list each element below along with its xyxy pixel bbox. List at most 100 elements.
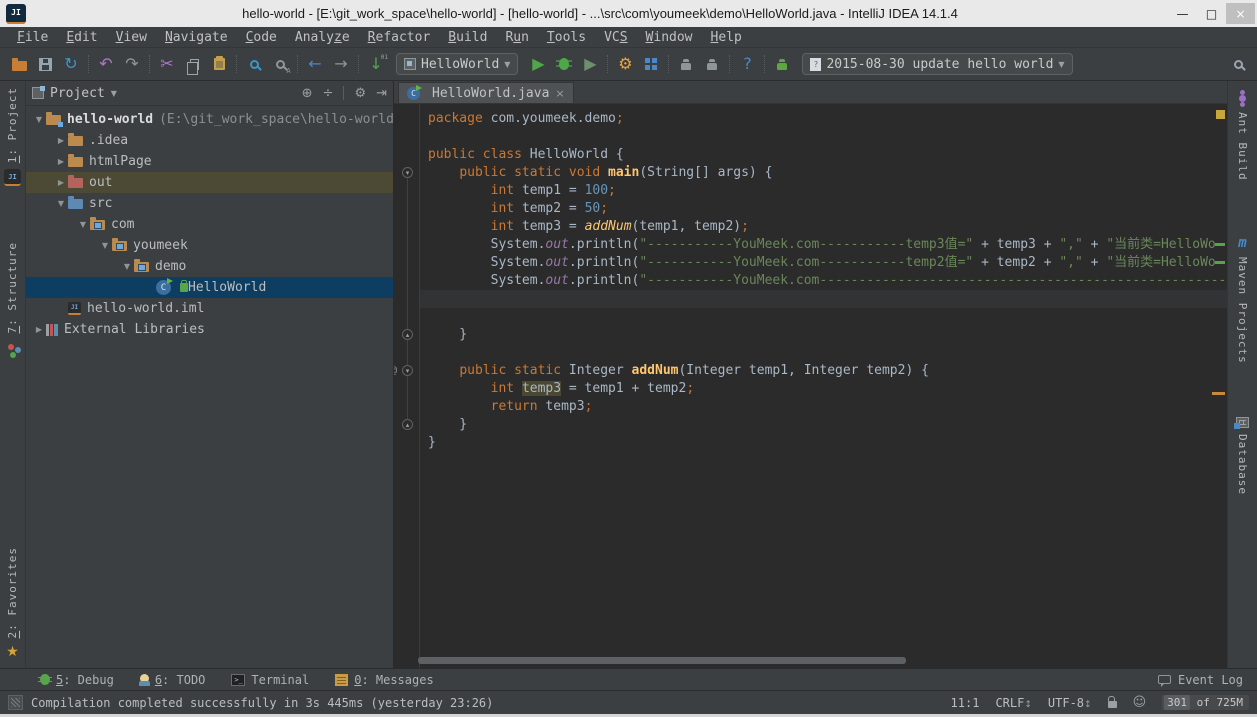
hide-panel-icon[interactable]: ⇥ — [376, 86, 387, 101]
close-tab-icon[interactable]: × — [555, 87, 564, 100]
back-icon[interactable]: ← — [302, 52, 328, 76]
memory-indicator[interactable]: 301 of 725M — [1162, 695, 1249, 710]
menu-window[interactable]: Window — [637, 29, 702, 46]
error-stripe[interactable] — [1213, 104, 1227, 668]
line-separator-widget[interactable]: CRLF↕ — [995, 696, 1031, 710]
chevron-expanded-icon[interactable]: ▼ — [120, 262, 134, 271]
settings-icon[interactable]: ⚙ — [612, 52, 638, 76]
code-area[interactable]: package com.youmeek.demo; public class H… — [420, 104, 1227, 668]
chevron-collapsed-icon[interactable]: ▶ — [54, 136, 68, 145]
menu-tools[interactable]: Tools — [538, 29, 595, 46]
chevron-collapsed-icon[interactable]: ▶ — [32, 325, 46, 334]
menu-vcs[interactable]: VCS — [595, 29, 636, 46]
menu-file[interactable]: File — [8, 29, 57, 46]
synchronize-icon[interactable]: ↻ — [58, 52, 84, 76]
avd-manager-icon[interactable] — [699, 52, 725, 76]
chevron-expanded-icon[interactable]: ▼ — [54, 199, 68, 208]
menu-code[interactable]: Code — [237, 29, 286, 46]
unlock-icon[interactable] — [1108, 701, 1117, 708]
tree-row-youmeek[interactable]: ▼youmeek — [26, 235, 393, 256]
minimize-button[interactable]: — — [1168, 3, 1197, 24]
fold-collapsed-icon[interactable]: ▴ — [402, 329, 413, 340]
debug-icon[interactable] — [551, 52, 577, 76]
run-configuration-combo[interactable]: HelloWorld▼ — [396, 53, 518, 75]
tool-window-button-6-todo[interactable]: 6: TODO — [140, 673, 206, 687]
hector-inspector-icon[interactable]: ☺ — [1133, 695, 1147, 710]
menu-edit[interactable]: Edit — [57, 29, 106, 46]
tree-row--idea[interactable]: ▶.idea — [26, 130, 393, 151]
menu-refactor[interactable]: Refactor — [359, 29, 440, 46]
replace-icon[interactable]: A — [267, 52, 293, 76]
menu-navigate[interactable]: Navigate — [156, 29, 237, 46]
android-sdk-icon[interactable] — [673, 52, 699, 76]
copy-icon[interactable] — [180, 52, 206, 76]
tree-row-demo[interactable]: ▼demo — [26, 256, 393, 277]
chevron-expanded-icon[interactable]: ▼ — [32, 115, 46, 124]
tree-item-label: src — [89, 196, 112, 211]
tool-window-button-2-favorites[interactable]: 2: Favorites★ — [6, 547, 19, 660]
chevron-expanded-icon[interactable]: ▼ — [76, 220, 90, 229]
fold-expanded-icon[interactable]: ▾ — [402, 365, 413, 376]
run-coverage-icon[interactable]: ▶ — [577, 52, 603, 76]
identifier-mark-stripe-mark[interactable] — [1212, 392, 1225, 395]
tool-window-button-terminal[interactable]: >_Terminal — [231, 673, 309, 687]
project-structure-icon[interactable] — [638, 52, 664, 76]
chevron-down-icon[interactable]: ▼ — [111, 89, 117, 98]
fold-collapsed-icon[interactable]: ▴ — [402, 419, 413, 430]
forward-icon[interactable]: → — [328, 52, 354, 76]
tree-row-out[interactable]: ▶out — [26, 172, 393, 193]
horizontal-scrollbar[interactable] — [418, 657, 906, 664]
editor-tab-helloworld[interactable]: C HelloWorld.java × — [398, 82, 574, 103]
cut-icon[interactable]: ✂ — [154, 52, 180, 76]
encoding-widget[interactable]: UTF-8↕ — [1048, 696, 1092, 710]
tool-window-button-database[interactable]: Database — [1236, 417, 1249, 495]
tool-window-button-maven-projects[interactable]: mMaven Projects — [1236, 235, 1249, 364]
help-icon[interactable]: ? — [734, 52, 760, 76]
project-panel-title[interactable]: Project — [50, 86, 105, 101]
android-run-icon[interactable] — [769, 52, 795, 76]
tree-row-com[interactable]: ▼com — [26, 214, 393, 235]
tool-window-button-0-messages[interactable]: 0: Messages — [335, 673, 433, 687]
paste-icon[interactable] — [206, 52, 232, 76]
warning-stripe-mark[interactable] — [1216, 110, 1225, 119]
event-log-button[interactable]: Event Log — [1158, 673, 1243, 687]
vcs-change-stripe-mark[interactable] — [1215, 243, 1225, 246]
tree-row-hello-world-iml[interactable]: JIhello-world.iml — [26, 298, 393, 319]
hide-line-numbers-icon[interactable]: ↓01 — [363, 52, 389, 76]
maximize-button[interactable]: □ — [1197, 3, 1226, 24]
menu-run[interactable]: Run — [496, 29, 537, 46]
redo-icon[interactable]: ↷ — [119, 52, 145, 76]
vcs-commit-message-combo[interactable]: ?2015-08-30 update hello world▼ — [802, 53, 1072, 75]
menu-build[interactable]: Build — [439, 29, 496, 46]
tool-window-button-7-structure[interactable]: 7: Structure — [6, 242, 20, 355]
chevron-expanded-icon[interactable]: ▼ — [98, 241, 112, 250]
tool-window-button-5-debug[interactable]: 5: Debug — [40, 673, 114, 687]
close-button[interactable]: × — [1226, 3, 1255, 24]
menu-view[interactable]: View — [107, 29, 156, 46]
open-file-icon[interactable] — [6, 52, 32, 76]
tree-row-external-libraries[interactable]: ▶External Libraries — [26, 319, 393, 340]
caret-position-widget[interactable]: 11:1 — [951, 696, 980, 710]
find-icon[interactable] — [241, 52, 267, 76]
tree-row-hello-world[interactable]: ▼hello-world(E:\git_work_space\hello-wor… — [26, 109, 393, 130]
chevron-collapsed-icon[interactable]: ▶ — [54, 178, 68, 187]
collapse-all-icon[interactable]: ÷ — [323, 86, 334, 101]
run-icon[interactable]: ▶ — [525, 52, 551, 76]
locate-icon[interactable]: ⊕ — [302, 86, 313, 101]
tree-row-src[interactable]: ▼ src — [26, 193, 393, 214]
menu-help[interactable]: Help — [702, 29, 751, 46]
tree-row-htmlpage[interactable]: ▶htmlPage — [26, 151, 393, 172]
undo-icon[interactable]: ↶ — [93, 52, 119, 76]
tree-row-helloworld[interactable]: CHelloWorld — [26, 277, 393, 298]
tool-window-button-ant-build[interactable]: Ant Build — [1236, 89, 1249, 181]
fold-expanded-icon[interactable]: ▾ — [402, 167, 413, 178]
code-editor[interactable]: ▾▴▾@▴ package com.youmeek.demo; public c… — [394, 104, 1227, 668]
panel-settings-icon[interactable]: ⚙ — [354, 86, 366, 101]
search-everywhere-icon[interactable] — [1225, 52, 1251, 76]
tool-window-button-1-project[interactable]: 1: ProjectJI — [4, 87, 21, 186]
save-all-icon[interactable] — [32, 52, 58, 76]
menu-analyze[interactable]: Analyze — [286, 29, 359, 46]
tool-window-switcher-icon[interactable] — [8, 695, 23, 710]
vcs-change-stripe-mark[interactable] — [1215, 261, 1225, 264]
chevron-collapsed-icon[interactable]: ▶ — [54, 157, 68, 166]
